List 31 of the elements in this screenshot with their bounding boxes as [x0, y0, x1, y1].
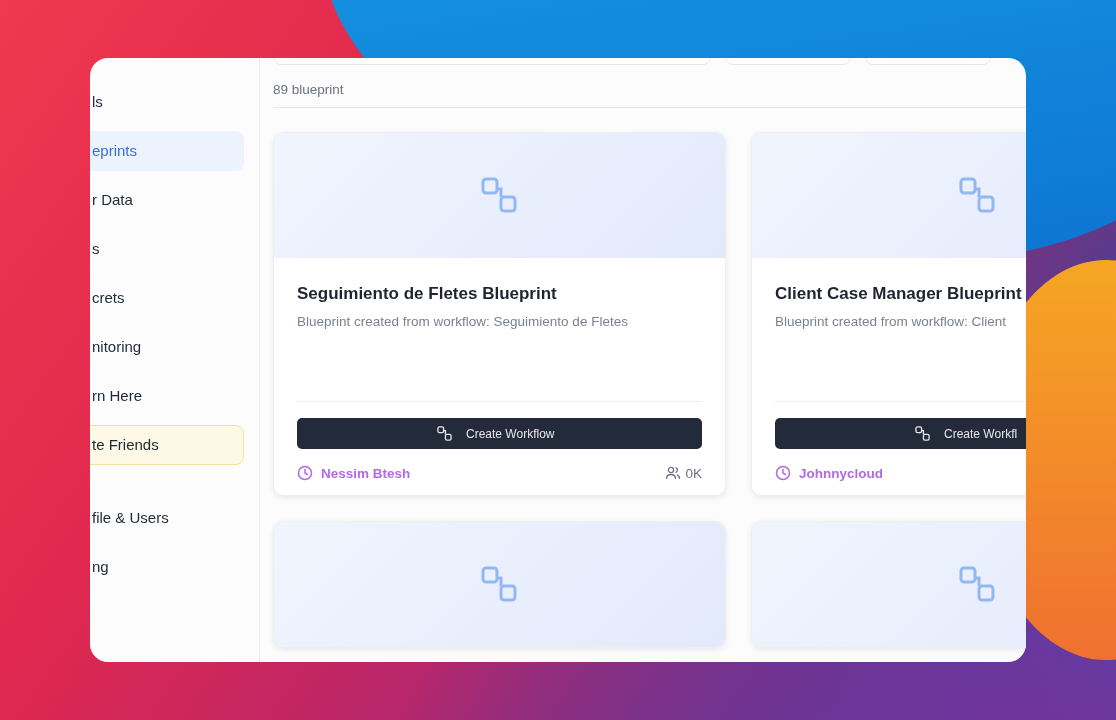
linked-squares-icon — [957, 175, 998, 216]
sidebar-item[interactable]: rn Here — [90, 376, 244, 416]
blueprint-card[interactable]: Client Case Manager Blueprint Blueprint created from workflow: Client Create Workfl Johnnycloud — [751, 132, 1026, 496]
sidebar-item[interactable]: eprints — [90, 131, 244, 171]
linked-squares-icon — [915, 426, 930, 441]
blueprint-count: 89 blueprint — [273, 82, 345, 97]
blueprint-card[interactable] — [273, 521, 726, 648]
create-workflow-button[interactable]: Create Workfl — [775, 418, 1026, 449]
clock-icon — [775, 465, 791, 481]
card-description: Blueprint created from workflow: Client — [775, 314, 1008, 329]
users-icon — [665, 465, 682, 481]
linked-squares-icon — [479, 564, 520, 605]
create-workflow-button[interactable]: Create Workflow — [297, 418, 702, 449]
card-title: Seguimiento de Fletes Blueprint — [297, 284, 558, 304]
linked-squares-icon — [437, 426, 452, 441]
card-title: Client Case Manager Blueprint — [775, 284, 1023, 304]
sidebar-item[interactable]: r Data — [90, 180, 244, 220]
user-count: 0K — [685, 465, 702, 481]
card-description: Blueprint created from workflow: Seguimiento de Fletes — [297, 314, 629, 329]
sidebar-item[interactable]: s — [90, 229, 244, 269]
sidebar-item[interactable]: te Friends — [90, 425, 244, 465]
sidebar-item[interactable]: crets — [90, 278, 244, 318]
sidebar-item[interactable]: nitoring — [90, 327, 244, 367]
author-name[interactable]: Nessim Btesh — [321, 465, 411, 481]
sidebar-item[interactable]: file & Users — [90, 498, 244, 538]
linked-squares-icon — [957, 564, 998, 605]
sidebar-item[interactable]: ls — [90, 82, 244, 122]
linked-squares-icon — [479, 175, 520, 216]
sidebar-item[interactable]: ng — [90, 547, 244, 587]
blueprint-card[interactable]: Seguimiento de Fletes Blueprint Blueprint created from workflow: Seguimiento de Fletes Create Workflow Nessim Btesh 0K — [273, 132, 726, 496]
clock-icon — [297, 465, 313, 481]
